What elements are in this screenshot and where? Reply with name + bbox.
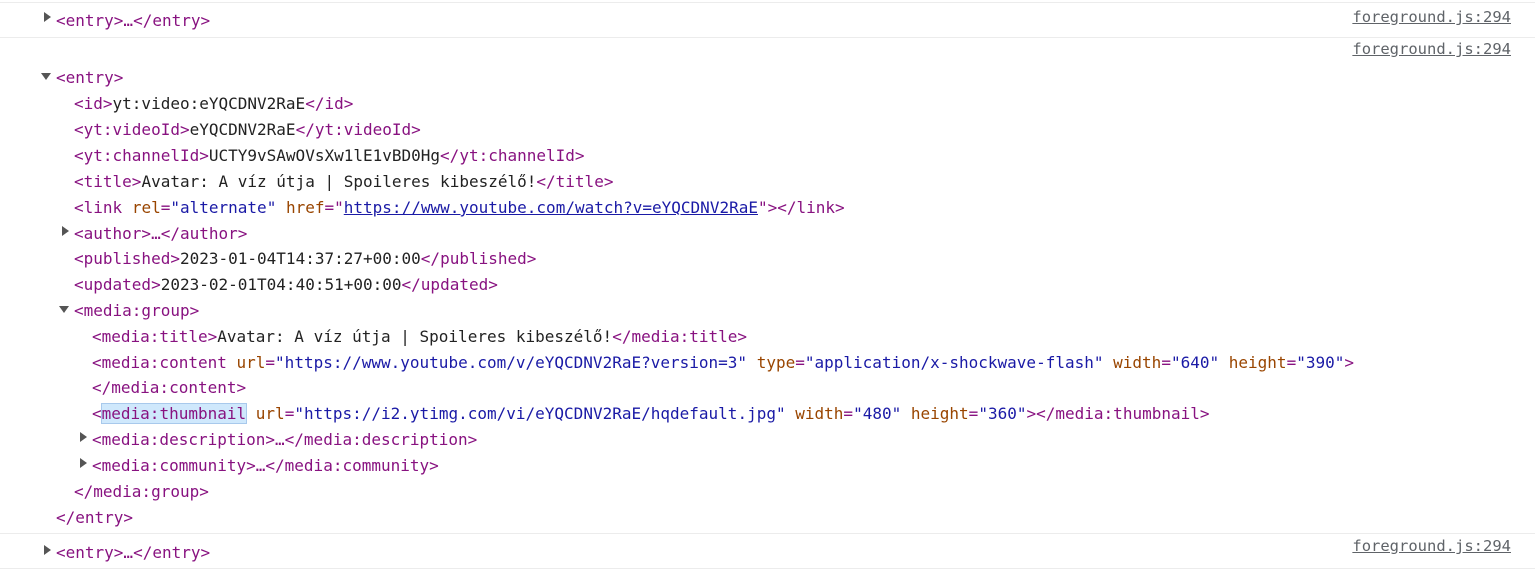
link-node[interactable]: <link rel="alternate" href="https://www.… [74,195,845,221]
entry-open-tag[interactable]: <entry> [56,65,123,91]
videoid-node[interactable]: <yt:videoId>eYQCDNV2RaE</yt:videoId> [74,117,421,143]
row-divider [0,37,1535,38]
title-node[interactable]: <title>Avatar: A víz útja | Spoileres ki… [74,169,613,195]
author-node[interactable]: <author>…</author> [74,221,247,247]
source-link[interactable]: foreground.js:294 [1352,40,1511,58]
entry-close-tag[interactable]: </entry> [56,505,133,531]
collapsed-entry-row[interactable]: <entry>…</entry> [56,8,210,34]
row-divider [0,2,1535,3]
collapse-triangle-icon[interactable] [41,73,51,80]
media-content-node[interactable]: <media:content url="https://www.youtube.… [92,350,1354,376]
media-community-node[interactable]: <media:community>…</media:community> [92,453,439,479]
id-node[interactable]: <id>yt:video:eYQCDNV2RaE</id> [74,91,353,117]
media-group-close-tag[interactable]: </media:group> [74,479,209,505]
row-divider [0,568,1535,569]
published-node[interactable]: <published>2023-01-04T14:37:27+00:00</pu… [74,246,536,272]
media-title-node[interactable]: <media:title>Avatar: A víz útja | Spoile… [92,324,747,350]
selected-tag-name[interactable]: media:thumbnail [100,403,248,424]
expand-triangle-icon[interactable] [44,12,51,22]
media-description-node[interactable]: <media:description>…</media:description> [92,427,477,453]
collapse-triangle-icon[interactable] [59,306,69,313]
media-thumbnail-node[interactable]: <media:thumbnail url="https://i2.ytimg.c… [92,401,1210,427]
source-link[interactable]: foreground.js:294 [1352,8,1511,26]
channelid-node[interactable]: <yt:channelId>UCTY9vSAwOVsXw1lE1vBD0Hg</… [74,143,585,169]
source-link[interactable]: foreground.js:294 [1352,537,1511,555]
expand-triangle-icon[interactable] [80,432,87,442]
media-content-close-tag[interactable]: </media:content> [92,375,246,401]
row-divider [0,533,1535,534]
media-group-open-tag[interactable]: <media:group> [74,298,199,324]
expand-triangle-icon[interactable] [80,458,87,468]
expand-triangle-icon[interactable] [44,545,51,555]
updated-node[interactable]: <updated>2023-02-01T04:40:51+00:00</upda… [74,272,498,298]
collapsed-entry-row[interactable]: <entry>…</entry> [56,540,210,566]
expand-triangle-icon[interactable] [62,226,69,236]
href-link[interactable]: https://www.youtube.com/watch?v=eYQCDNV2… [344,198,758,217]
